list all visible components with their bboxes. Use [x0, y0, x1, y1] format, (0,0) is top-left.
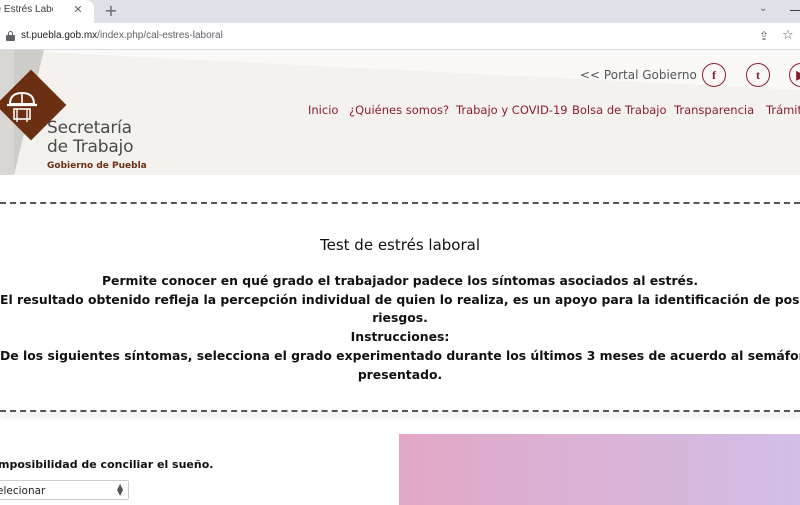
close-icon[interactable]: ✕	[70, 2, 86, 18]
brand-subtitle: Gobierno de Puebla	[47, 161, 147, 171]
url-field[interactable]: st.puebla.gob.mx/index.php/cal-estres-la…	[21, 30, 223, 41]
facebook-icon[interactable]: f	[702, 63, 726, 87]
page-title: Test de estrés laboral	[320, 236, 480, 254]
tab-title: de Estrés Laboral	[0, 4, 53, 15]
brand-name-line1: Secretaría	[47, 118, 132, 138]
twitter-icon[interactable]: t	[746, 63, 770, 87]
new-tab-icon[interactable]: +	[102, 1, 120, 21]
nav-item-bolsa-de-trabajo[interactable]: Bolsa de Trabajo	[572, 103, 667, 117]
browser-address-bar[interactable]: st.puebla.gob.mx/index.php/cal-estres-la…	[0, 23, 800, 50]
star-icon[interactable]: ☆	[782, 28, 794, 43]
severity-select[interactable]: elecionar ▲ ▼	[0, 480, 129, 500]
window-minimize-icon[interactable]	[790, 10, 800, 11]
nav-item-tramites[interactable]: Trámit	[766, 103, 800, 117]
intro-paragraph-3: riesgos.	[372, 310, 428, 325]
nav-item-transparencia[interactable]: Transparencia	[674, 103, 754, 117]
browser-tab-strip: de Estrés Laboral ✕ + ⌄	[0, 0, 800, 23]
panel-top-border	[0, 202, 800, 204]
gradient-panel	[399, 434, 800, 505]
lock-icon[interactable]	[6, 31, 15, 41]
nav-item-trabajo-covid[interactable]: Trabajo y COVID-19	[456, 103, 568, 117]
nav-item-quienes-somos[interactable]: ¿Quiénes somos?	[349, 103, 449, 117]
select-arrows-icon: ▲ ▼	[117, 482, 124, 497]
select-value: elecionar	[0, 485, 46, 497]
share-icon[interactable]: ⇪	[759, 29, 769, 43]
instructions-text-1: De los siguientes síntomas, selecciona e…	[0, 348, 800, 363]
portal-gobierno-link[interactable]: << Portal Gobierno	[580, 68, 697, 82]
hard-hat-logo-icon	[7, 91, 37, 122]
nav-item-inicio[interactable]: Inicio	[308, 103, 338, 117]
question-label: mposibilidad de conciliar el sueño.	[0, 458, 214, 471]
brand-name-line2: de Trabajo	[47, 137, 134, 157]
intro-paragraph-2: El resultado obtenido refleja la percepc…	[0, 292, 800, 307]
browser-tab-active[interactable]: de Estrés Laboral ✕	[0, 0, 94, 23]
url-host: st.puebla.gob.mx	[21, 30, 98, 41]
intro-paragraph-1: Permite conocer en qué grado el trabajad…	[101, 273, 699, 288]
instructions-heading: Instrucciones:	[350, 329, 450, 344]
panel-bottom-border	[0, 410, 800, 412]
chevron-down-icon[interactable]: ⌄	[759, 3, 767, 14]
instructions-text-2: presentado.	[357, 367, 443, 382]
url-path: /index.php/cal-estres-laboral	[97, 30, 223, 41]
site-header: Secretaría de Trabajo Gobierno de Puebla…	[0, 50, 800, 175]
